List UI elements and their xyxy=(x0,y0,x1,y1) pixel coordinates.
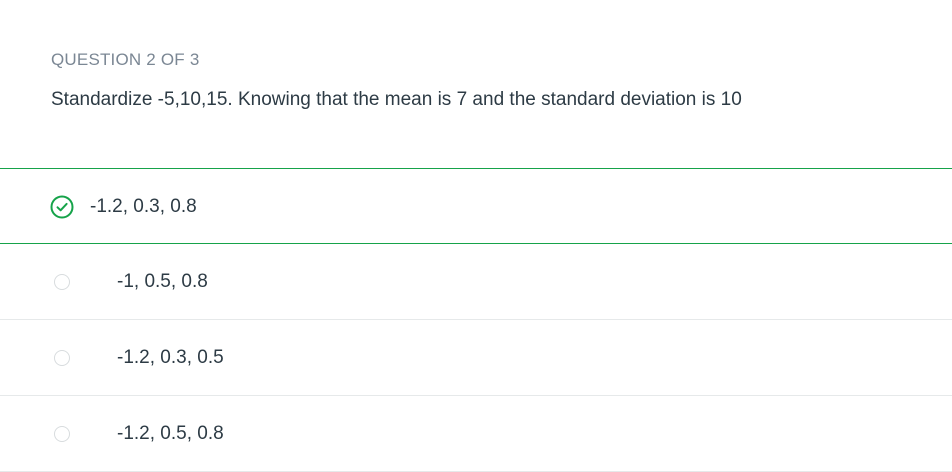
question-text: Standardize -5,10,15. Knowing that the m… xyxy=(51,89,742,110)
answer-option-4[interactable]: -1.2, 0.5, 0.8 xyxy=(0,396,952,472)
answer-options: -1.2, 0.3, 0.8 -1, 0.5, 0.8 -1.2, 0.3, 0… xyxy=(0,168,952,472)
quiz-card: QUESTION 2 OF 3 Standardize -5,10,15. Kn… xyxy=(0,0,952,472)
question-counter: QUESTION 2 OF 3 xyxy=(51,50,200,69)
radio-circle-icon[interactable] xyxy=(54,350,70,366)
radio-circle-icon[interactable] xyxy=(54,426,70,442)
answer-option-2[interactable]: -1, 0.5, 0.8 xyxy=(0,244,952,320)
radio-circle-icon[interactable] xyxy=(54,274,70,290)
answer-option-1[interactable]: -1.2, 0.3, 0.8 xyxy=(0,168,952,244)
answer-option-label: -1, 0.5, 0.8 xyxy=(117,271,208,292)
check-circle-icon xyxy=(50,195,74,219)
answer-option-label: -1.2, 0.3, 0.8 xyxy=(90,196,197,217)
answer-option-3[interactable]: -1.2, 0.3, 0.5 xyxy=(0,320,952,396)
answer-option-label: -1.2, 0.5, 0.8 xyxy=(117,423,224,444)
answer-option-label: -1.2, 0.3, 0.5 xyxy=(117,347,224,368)
